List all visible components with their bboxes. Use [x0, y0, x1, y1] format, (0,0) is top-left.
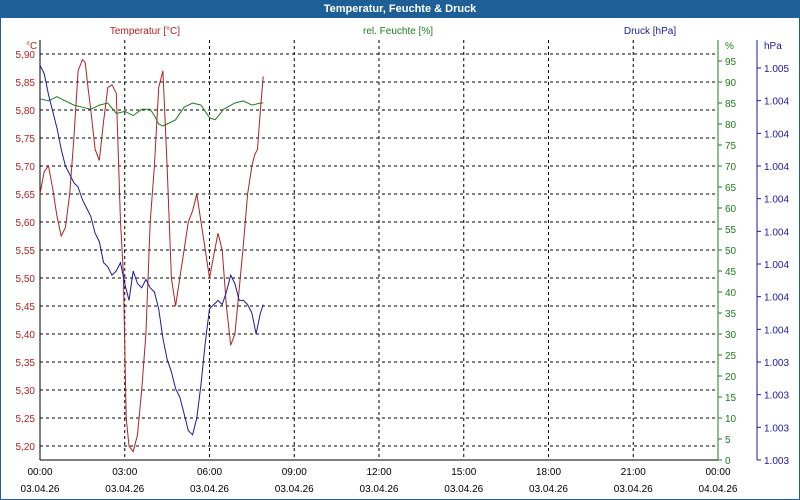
pressure-tick: 1.004 [764, 293, 789, 304]
humidity-tick: 55 [725, 225, 737, 236]
x-tick-time: 15:00 [451, 467, 476, 478]
humidity-tick: 0 [725, 456, 731, 467]
x-tick-time: 21:00 [621, 467, 646, 478]
humidity-tick: 85 [725, 99, 737, 110]
pressure-tick: 1.004 [764, 129, 789, 140]
humidity-tick: 45 [725, 267, 737, 278]
x-tick-time: 00:00 [705, 467, 730, 478]
temperature-tick: 5,90 [16, 50, 36, 61]
temperature-tick: 5,25 [16, 414, 36, 425]
humidity-tick: 90 [725, 78, 737, 89]
series-line-temperature [39, 58, 264, 453]
plot-grid [40, 40, 718, 460]
humidity-tick: 65 [725, 183, 737, 194]
temperature-tick: 5,45 [16, 302, 36, 313]
humidity-tick: 50 [725, 246, 737, 257]
humidity-tick: 15 [725, 393, 737, 404]
humidity-tick: 60 [725, 204, 737, 215]
humidity-tick: 95 [725, 57, 737, 68]
x-tick-time: 03:00 [112, 467, 137, 478]
humidity-unit-label: % [725, 41, 734, 52]
x-tick-date: 03.04.26 [105, 484, 144, 495]
temperature-tick: 5,55 [16, 246, 36, 257]
pressure-tick: 1.003 [764, 423, 789, 434]
humidity-tick: 70 [725, 162, 737, 173]
pressure-tick: 1.004 [764, 97, 789, 108]
pressure-tick: 1.003 [764, 358, 789, 369]
chart-canvas: °C Temperatur [°C] rel. Feuchte [%] Druc… [16, 26, 790, 495]
series-line-humidity [39, 96, 264, 127]
temperature-tick: 5,65 [16, 190, 36, 201]
temperature-tick: 5,50 [16, 274, 36, 285]
temperature-axis-title: Temperatur [°C] [110, 26, 180, 37]
pressure-tick: 1.003 [764, 456, 789, 467]
pressure-tick: 1.004 [764, 162, 789, 173]
humidity-tick: 25 [725, 351, 737, 362]
temperature-tick: 5,80 [16, 106, 36, 117]
temperature-tick: 5,75 [16, 134, 36, 145]
humidity-tick: 10 [725, 414, 737, 425]
temperature-tick: 5,70 [16, 162, 36, 173]
humidity-axis-title: rel. Feuchte [%] [363, 26, 433, 37]
series-line-pressure [39, 64, 264, 436]
temperature-tick: 5,60 [16, 218, 36, 229]
x-tick-time: 00:00 [27, 467, 52, 478]
humidity-tick: 5 [725, 435, 731, 446]
x-tick-date: 03.04.26 [444, 484, 483, 495]
pressure-axis-title: Druck [hPa] [624, 26, 676, 37]
humidity-tick: 20 [725, 372, 737, 383]
pressure-tick: 1.004 [764, 195, 789, 206]
humidity-tick: 75 [725, 141, 737, 152]
humidity-tick: 35 [725, 309, 737, 320]
plot-axes [39, 40, 758, 461]
x-tick-time: 09:00 [282, 467, 307, 478]
humidity-tick: 80 [725, 120, 737, 131]
temperature-tick: 5,35 [16, 358, 36, 369]
temperature-tick: 5,85 [16, 78, 36, 89]
pressure-tick: 1.005 [764, 64, 789, 75]
pressure-tick: 1.004 [764, 227, 789, 238]
x-tick-date: 03.04.26 [614, 484, 653, 495]
x-tick-time: 06:00 [197, 467, 222, 478]
x-tick-date: 03.04.26 [360, 484, 399, 495]
x-tick-date: 03.04.26 [21, 484, 60, 495]
temperature-tick: 5,30 [16, 386, 36, 397]
x-tick-time: 12:00 [366, 467, 391, 478]
pressure-tick: 1.004 [764, 325, 789, 336]
data-lines [39, 58, 264, 453]
temperature-tick: 5,20 [16, 442, 36, 453]
humidity-tick: 40 [725, 288, 737, 299]
x-tick-date: 03.04.26 [190, 484, 229, 495]
pressure-tick: 1.003 [764, 391, 789, 402]
humidity-tick: 30 [725, 330, 737, 341]
temperature-tick: 5,40 [16, 330, 36, 341]
pressure-unit-label: hPa [764, 41, 782, 52]
axis-ticks: 00:00 03.04.26 03:00 03.04.26 06:00 03.04.26 0… [16, 50, 790, 495]
x-tick-time: 18:00 [536, 467, 561, 478]
x-tick-date: 04.04.26 [699, 484, 738, 495]
x-tick-date: 03.04.26 [275, 484, 314, 495]
pressure-tick: 1.004 [764, 260, 789, 271]
x-tick-date: 03.04.26 [529, 484, 568, 495]
